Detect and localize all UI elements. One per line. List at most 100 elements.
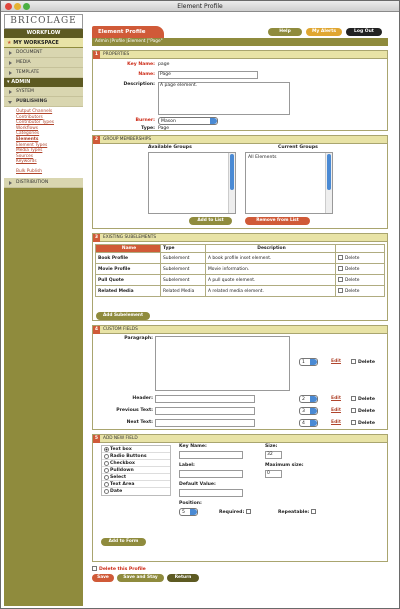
available-groups-list[interactable] [148,152,236,214]
previous-text-label: Previous Text: [116,408,153,413]
required-label: Required: [219,509,253,515]
paragraph-label: Paragraph: [124,336,153,341]
required-checkbox[interactable] [245,509,251,514]
row-delete-checkbox[interactable]: Delete [335,252,385,264]
close-window-icon[interactable] [5,3,12,10]
type-checkbox[interactable]: Checkbox [102,460,170,467]
nav-system[interactable]: SYSTEM [4,87,83,97]
position-select[interactable]: 5 [179,508,198,516]
type-text-box[interactable]: Text box [102,446,170,453]
footer-actions: Delete this Profile Save Save and Stay R… [92,564,388,590]
paragraph-order-select[interactable]: 1 [299,358,318,366]
new-key-name-input[interactable] [179,451,243,459]
type-date[interactable]: Date [102,488,170,495]
paragraph-textarea[interactable] [155,336,290,391]
zoom-window-icon[interactable] [23,3,30,10]
header-order-select[interactable]: 2 [299,395,318,403]
description-textarea[interactable]: A page element. [158,82,290,115]
row-description: A pull quote element. [205,274,336,286]
my-workspace-link[interactable]: ★ MY WORKSPACE [4,38,83,48]
link-bulk-publish[interactable]: Bulk Publish [16,169,79,175]
remove-from-list-button[interactable]: Remove from List [245,217,310,225]
my-alerts-button[interactable]: My Alerts [306,28,342,36]
save-and-stay-button[interactable]: Save and Stay [117,574,164,582]
row-name: Related Media [95,285,161,297]
table-row: Movie Profile Subelement Movie informati… [95,263,385,275]
delete-profile-checkbox[interactable]: Delete this Profile [92,566,146,572]
key-name-value: page [158,62,170,67]
header-delete-checkbox[interactable]: Delete [351,396,375,402]
paragraph-delete-checkbox[interactable]: Delete [351,359,375,365]
row-type: Related Media [160,285,206,297]
expand-arrow-icon [9,71,12,75]
next-text-order-select[interactable]: 4 [299,419,318,427]
previous-text-input[interactable] [155,407,255,415]
nav-publishing[interactable]: PUBLISHING [4,97,83,107]
previous-text-order-select[interactable]: 3 [299,407,318,415]
next-text-delete-checkbox[interactable]: Delete [351,420,375,426]
nav-distribution[interactable]: DISTRIBUTION [4,178,83,188]
repeatable-checkbox[interactable] [310,509,316,514]
current-groups-list[interactable]: All Elements [245,152,333,214]
collapse-arrow-icon: ▾ [7,79,10,85]
subelements-section: 3 EXISTING SUBELEMENTS Name Type Descript… [92,233,388,321]
nav-template[interactable]: TEMPLATE [4,68,83,78]
row-name: Movie Profile [95,263,161,275]
header-input[interactable] [155,395,255,403]
description-label: Description: [123,82,155,87]
column-header-name[interactable]: Name [95,244,161,253]
help-button[interactable]: Help [268,28,302,36]
name-input[interactable]: Page [158,71,258,79]
current-group-item[interactable]: All Elements [248,155,277,160]
default-value-input[interactable] [179,489,243,497]
admin-header[interactable]: ▾ ADMIN [4,78,83,87]
sidebar: BRICOLAGE WORKFLOW ★ MY WORKSPACE DOCUME… [4,14,83,606]
column-header-type: Type [160,244,206,253]
save-button[interactable]: Save [92,574,114,582]
row-description: A book profile inset element. [205,252,336,264]
workflow-header: WORKFLOW [4,29,83,38]
row-delete-checkbox[interactable]: Delete [335,274,385,286]
next-text-input[interactable] [155,419,255,427]
minimize-window-icon[interactable] [14,3,21,10]
paragraph-edit-link[interactable]: Edit [331,359,341,364]
properties-section: 1 PROPERTIES Key Name: page Name: Page De… [92,50,388,131]
window-title: Element Profile [177,3,223,10]
type-pulldown[interactable]: Pulldown [102,467,170,474]
header-edit-link[interactable]: Edit [331,396,341,401]
position-label: Position: [179,501,202,506]
type-select[interactable]: Select [102,474,170,481]
nav-media[interactable]: MEDIA [4,58,83,68]
maximum-size-label: Maximum size: [265,463,304,468]
logout-button[interactable]: Log Out [346,28,382,36]
name-label: Name: [138,72,155,77]
type-radio-buttons[interactable]: Radio Buttons [102,453,170,460]
row-description: A related media element. [205,285,336,297]
add-to-list-button[interactable]: Add to List [189,217,232,225]
burner-label: Burner: [135,118,155,123]
expand-arrow-icon [9,51,12,55]
row-delete-checkbox[interactable]: Delete [335,285,385,297]
type-text-area[interactable]: Text Area [102,481,170,488]
return-button[interactable]: Return [167,574,199,582]
new-label-input[interactable] [179,470,243,478]
previous-text-edit-link[interactable]: Edit [331,408,341,413]
expand-arrow-icon [9,61,12,65]
publishing-links: Output Channels Contributors Contributor… [4,107,83,178]
nav-document[interactable]: DOCUMENT [4,48,83,58]
row-delete-checkbox[interactable]: Delete [335,263,385,275]
key-name-label: Key Name: [127,62,155,67]
row-type: Subelement [160,274,206,286]
add-to-form-button[interactable]: Add to Form [101,538,146,546]
add-subelement-button[interactable]: Add Subelement [96,312,150,320]
previous-text-delete-checkbox[interactable]: Delete [351,408,375,414]
breadcrumb: Admin |Profile |Element |"Page" [92,38,388,46]
maximum-size-input[interactable]: 0 [265,470,282,478]
burner-select[interactable]: Mason [158,117,218,125]
custom-fields-section: 4 CUSTOM FIELDS Paragraph: 1 Edit Delete … [92,325,388,430]
size-input[interactable]: 32 [265,451,282,459]
next-text-label: Next Text: [126,420,153,425]
logo: BRICOLAGE [4,14,83,29]
next-text-edit-link[interactable]: Edit [331,420,341,425]
size-label: Size: [265,444,278,449]
